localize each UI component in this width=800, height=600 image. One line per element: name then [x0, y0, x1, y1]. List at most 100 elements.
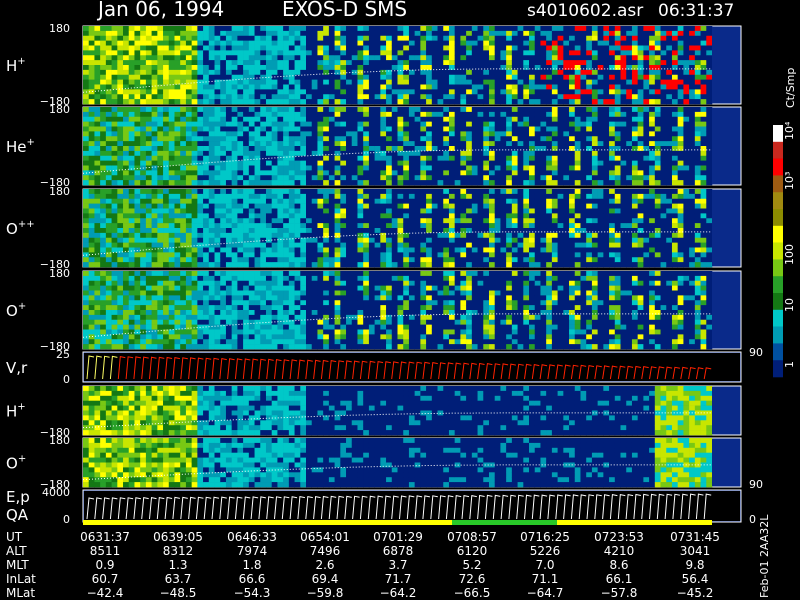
panel-label-h-plus-2: H+ [6, 402, 26, 421]
ephemeris-cell: 0639:05 [153, 530, 203, 544]
ephemeris-cell: 1.3 [168, 558, 187, 572]
ephemeris-cell: 72.6 [459, 572, 486, 586]
panel-o-plus-2 [82, 437, 742, 488]
ephemeris-cell: 0646:33 [227, 530, 277, 544]
header-instrument: EXOS-D SMS [282, 0, 407, 21]
ephemeris-cell: 60.7 [92, 572, 119, 586]
colorbar-segment [773, 293, 783, 311]
ephemeris-cell: 7.0 [535, 558, 554, 572]
colorbar-segment [773, 141, 783, 159]
colorbar-tick-label: 10³ [783, 172, 796, 190]
ephemeris-cell: 0701:29 [373, 530, 423, 544]
colorbar-segment [773, 343, 783, 361]
ephemeris-cell: 0.9 [95, 558, 114, 572]
ephemeris-cell: 0708:57 [447, 530, 497, 544]
panel-label-vr: V,r [6, 359, 28, 377]
ephemeris-row-label: ALT [6, 544, 27, 558]
colorbar-tick-label: 10⁴ [783, 121, 796, 140]
panel-label-qa: QA [6, 506, 29, 524]
ephemeris-row-label: MLT [6, 558, 29, 572]
ephemeris-cell: 1.8 [242, 558, 261, 572]
ephemeris-cell: 3.7 [388, 558, 407, 572]
ephemeris-cell: 69.4 [312, 572, 339, 586]
ephemeris-cell: 66.1 [606, 572, 633, 586]
y-tick-top: 25 [56, 348, 70, 361]
colorbar-segment [773, 259, 783, 277]
panel-label-ep-qa: E,p [6, 488, 30, 506]
y-tick-bottom: 0 [63, 373, 70, 386]
ephemeris-cell: 7496 [310, 544, 341, 558]
panel-label-he-plus: He+ [6, 137, 35, 156]
colorbar-tick-label: 10 [783, 298, 796, 312]
ephemeris-cell: 4210 [604, 544, 635, 558]
ephemeris-cell: 0731:45 [670, 530, 720, 544]
ephemeris-cell: −59.8 [307, 586, 344, 600]
ephemeris-cell: −57.8 [601, 586, 638, 600]
ephemeris-cell: −66.5 [454, 586, 491, 600]
ephemeris-cell: 6878 [383, 544, 414, 558]
ephemeris-cell: 8312 [163, 544, 194, 558]
ephemeris-cell: 8.6 [609, 558, 628, 572]
ephemeris-cell: 9.8 [685, 558, 704, 572]
colorbar-segment [773, 209, 783, 227]
header-time: 06:31:37 [658, 1, 734, 21]
ephemeris-cell: −64.2 [380, 586, 417, 600]
panel-ep-qa [82, 489, 742, 523]
ephemeris-cell: 5.2 [462, 558, 481, 572]
panel-label-o-plus: O+ [6, 301, 26, 320]
y-tick-top: 180 [49, 22, 70, 35]
ephemeris-cell: 71.7 [385, 572, 412, 586]
colorbar-segment [773, 192, 783, 210]
ephemeris-cell: −48.5 [160, 586, 197, 600]
colorbar-segment [773, 309, 783, 327]
ephemeris-cell: −45.2 [677, 586, 714, 600]
ephemeris-cell: 2.6 [315, 558, 334, 572]
panel-o-plusplus [82, 188, 742, 268]
ephemeris-cell: 66.6 [239, 572, 266, 586]
panel-label-h-plus: H+ [6, 56, 26, 75]
ephemeris-cell: 0631:37 [80, 530, 130, 544]
ephemeris-table: UTALTMLTInLatMLat 0631:3785110.960.7−42.4… [6, 530, 720, 600]
right-tick-bottom: 0 [749, 513, 756, 526]
ephemeris-cell: 6120 [457, 544, 488, 558]
y-tick-top: 180 [49, 434, 70, 447]
colorbar-tick-label: 100 [783, 244, 796, 265]
qa-strip [83, 520, 712, 525]
right-tick-bottom: 90 [749, 478, 763, 491]
panel-he-plus [82, 106, 742, 186]
panel-h-plus [82, 25, 742, 105]
colorbar: 10⁴ 10³ 100 10 1 [773, 121, 796, 378]
panels-group [82, 25, 742, 525]
y-tick-top: 180 [49, 185, 70, 198]
right-tick-top: 90 [749, 346, 763, 359]
ephemeris-row-label: InLat [6, 572, 36, 586]
colorbar-segment [773, 276, 783, 294]
ephemeris-cell: 5226 [530, 544, 561, 558]
ephemeris-cell: 0654:01 [300, 530, 350, 544]
ephemeris-row-label: UT [6, 530, 23, 544]
colorbar-segment [773, 175, 783, 193]
ephemeris-cell: 63.7 [165, 572, 192, 586]
colorbar-tick-label: 1 [783, 361, 796, 368]
colorbar-unit-label: Ct/Smp [784, 68, 797, 108]
y-tick-top: 180 [49, 103, 70, 116]
footer-vertical-text: Feb-01 2AA32L [758, 514, 771, 598]
colorbar-segment [773, 326, 783, 344]
panel-vr [82, 351, 742, 383]
panel-label-o-plus-2: O+ [6, 454, 26, 473]
header-date: Jan 06, 1994 [96, 0, 224, 21]
panel-label-o-plusplus: O++ [6, 219, 35, 238]
ephemeris-cell: 7974 [237, 544, 268, 558]
colorbar-segment [773, 125, 783, 143]
ephemeris-cell: 3041 [680, 544, 711, 558]
ephemeris-cell: 71.1 [532, 572, 559, 586]
colorbar-segment [773, 360, 783, 378]
colorbar-segment [773, 242, 783, 260]
ephemeris-row-label: MLat [6, 586, 35, 600]
colorbar-segment [773, 158, 783, 176]
ephemeris-cell: −64.7 [527, 586, 564, 600]
ephemeris-cell: −54.3 [234, 586, 271, 600]
ephemeris-cell: 56.4 [682, 572, 709, 586]
ephemeris-cell: 0716:25 [520, 530, 570, 544]
colorbar-segment [773, 225, 783, 243]
